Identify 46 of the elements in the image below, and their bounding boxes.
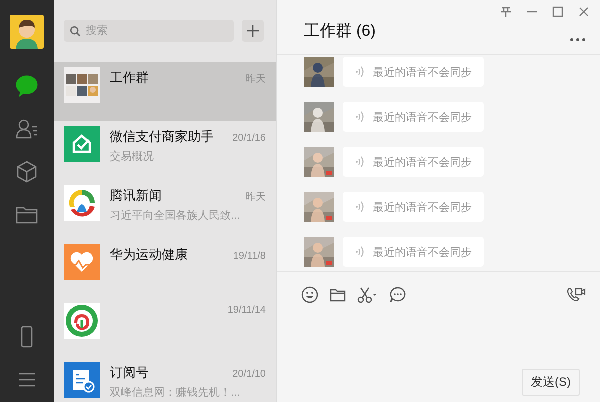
chat-name: 订阅号 (110, 364, 149, 382)
chat-time: 19/11/8 (233, 251, 266, 262)
chat-time: 昨天 (246, 73, 266, 86)
chat-item[interactable]: 腾讯新闻 昨天 习近平向全国各族人民致... (54, 180, 276, 239)
message-preview: 双峰信息网：赚钱先机！... (110, 386, 242, 400)
maximize-icon[interactable] (552, 6, 564, 18)
avatar-icon[interactable] (10, 15, 44, 49)
voice-icon (355, 111, 365, 123)
voice-icon (355, 201, 365, 213)
cube-icon[interactable] (15, 160, 39, 184)
chat-icon[interactable] (15, 74, 39, 98)
voice-icon (355, 246, 365, 258)
chat-name: 工作群 (110, 69, 149, 87)
voice-icon (355, 66, 365, 78)
video-call-icon[interactable] (566, 286, 586, 304)
chat-item[interactable]: 华为运动健康 19/11/8 (54, 239, 276, 298)
document-check-icon (64, 362, 100, 398)
chat-title: 工作群 (6) (304, 22, 377, 42)
send-button[interactable]: 发送(S) (522, 369, 580, 396)
plus-icon (247, 25, 259, 37)
emblem-icon (64, 303, 100, 339)
voice-icon (355, 156, 365, 168)
chat-item[interactable]: 工作群 昨天 (54, 62, 276, 121)
chat-time: 19/11/14 (228, 305, 266, 316)
scissors-icon[interactable] (357, 286, 379, 304)
chat-name: 华为运动健康 (110, 246, 188, 264)
message-preview: 交易概况 (110, 150, 155, 164)
add-button[interactable] (242, 20, 264, 42)
chat-name: 腾讯新闻 (110, 187, 162, 205)
chat-time: 昨天 (246, 191, 266, 204)
chat-time: 20/1/10 (232, 369, 266, 380)
more-icon[interactable] (570, 38, 586, 42)
search-field[interactable]: 搜索 (64, 20, 234, 42)
search-icon (70, 26, 81, 36)
close-icon[interactable] (578, 6, 590, 18)
contacts-icon[interactable] (15, 117, 39, 141)
emoji-icon[interactable] (301, 286, 319, 304)
message-preview: 习近平向全国各族人民致... (110, 209, 242, 223)
chat-item[interactable]: 订阅号 20/1/10 双峰信息网：赚钱先机！... (54, 357, 276, 402)
chat-name: 微信支付商家助手 (110, 128, 214, 146)
chat-time: 20/1/16 (232, 133, 266, 144)
chat-bubble-icon[interactable] (389, 286, 407, 304)
pin-icon[interactable] (500, 6, 512, 18)
chat-item[interactable]: 微信支付商家助手 20/1/16 交易概况 (54, 121, 276, 180)
news-logo-icon (64, 185, 100, 221)
checkmark-house-icon (64, 126, 100, 162)
